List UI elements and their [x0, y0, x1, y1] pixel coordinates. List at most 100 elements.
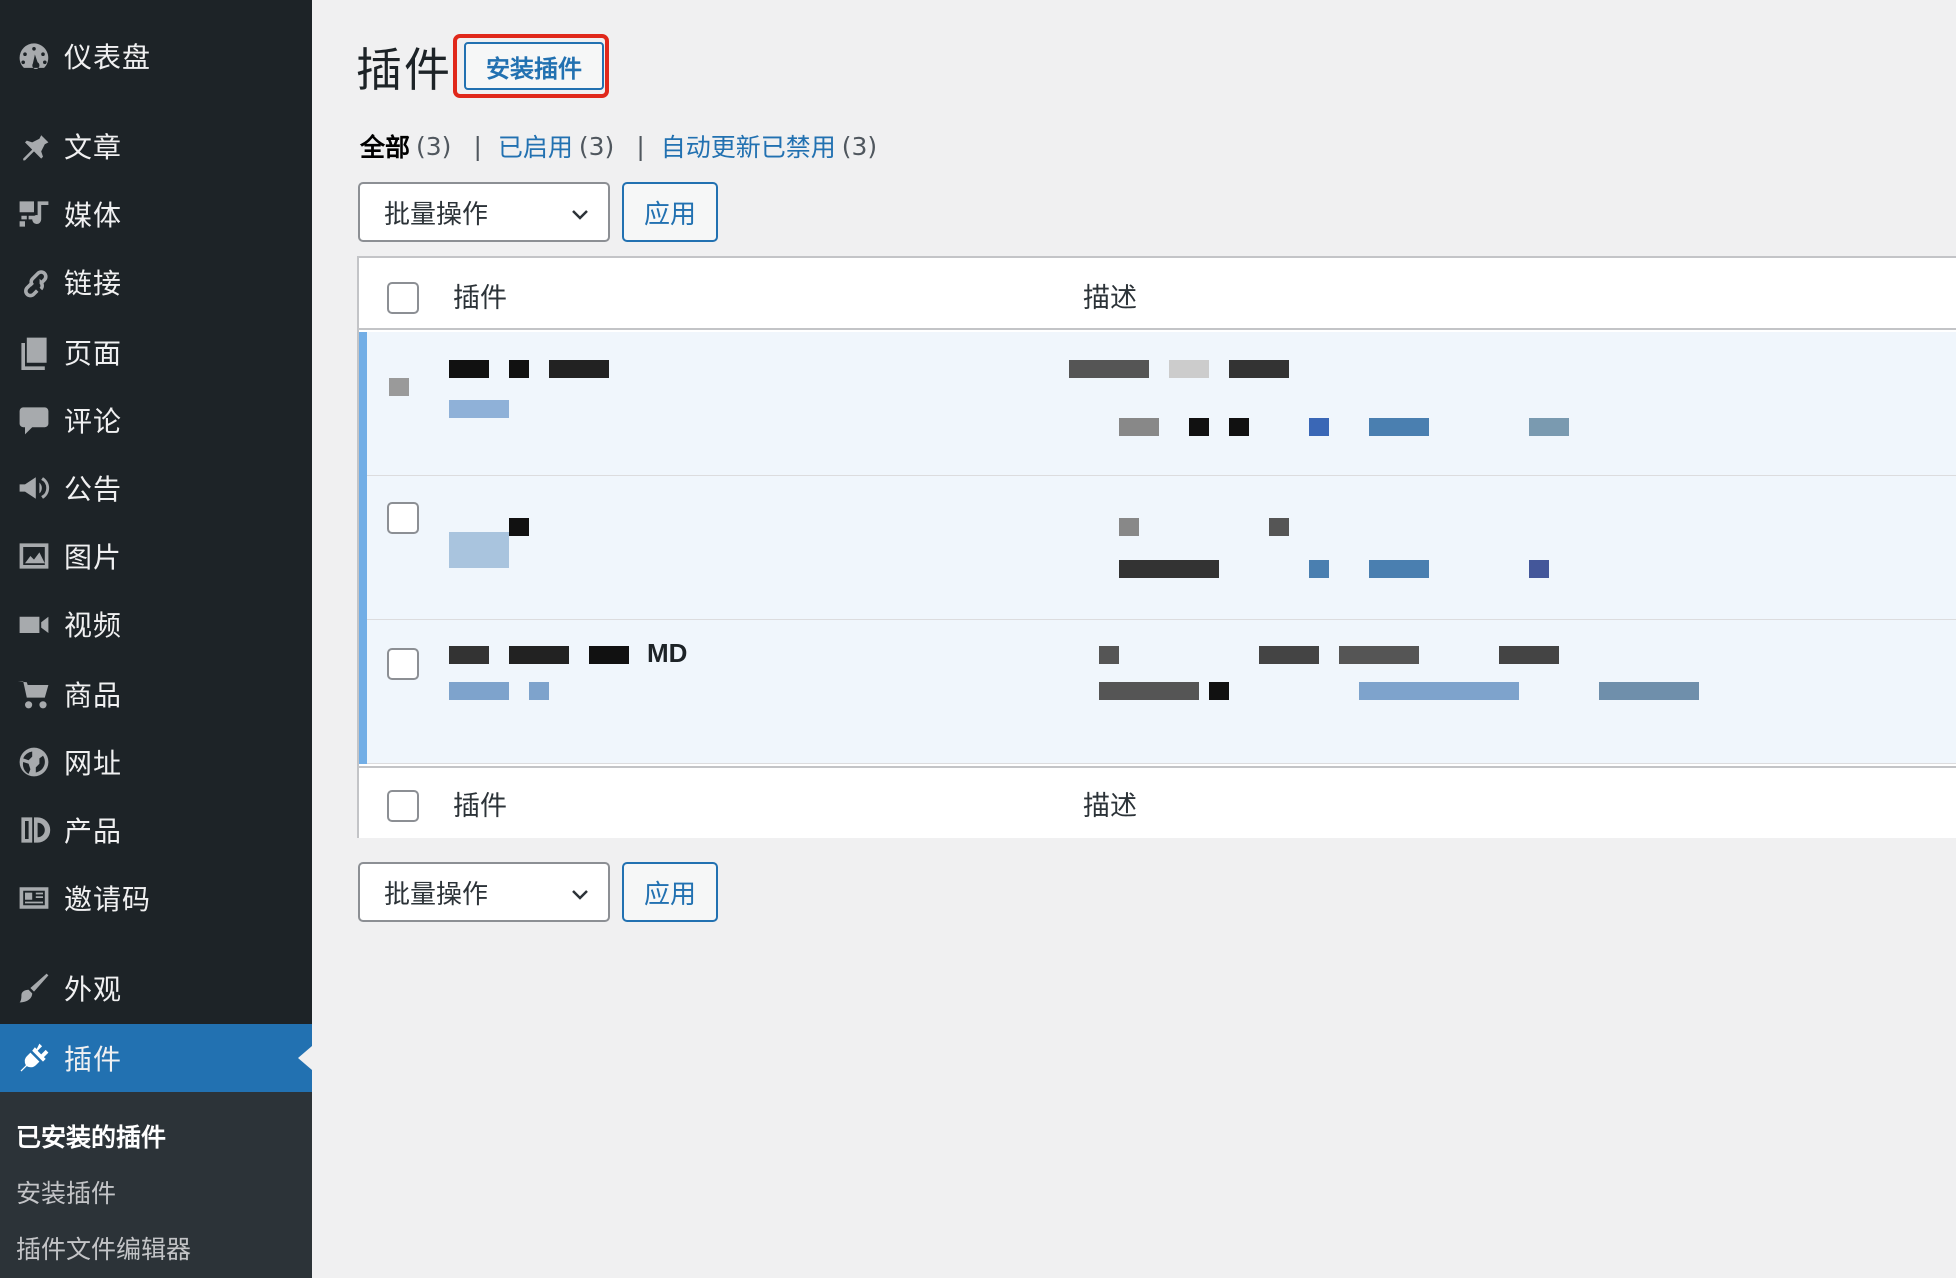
- plugin-name-visible[interactable]: MD: [647, 638, 687, 669]
- filter-active-count: (3): [578, 131, 615, 161]
- page-title: 插件: [356, 43, 452, 97]
- pixelated-link[interactable]: [1529, 560, 1549, 578]
- menu-item-posts[interactable]: 文章: [0, 112, 312, 180]
- pixelated-text: [1119, 518, 1139, 536]
- pixelated-text: [1169, 360, 1209, 378]
- menu-item-pages[interactable]: 页面: [0, 318, 312, 386]
- plug-icon: [0, 1040, 64, 1076]
- row-checkbox[interactable]: [387, 648, 419, 680]
- menu-item-images[interactable]: 图片: [0, 522, 312, 590]
- menu-item-label: 邀请码: [64, 883, 152, 916]
- menu-item-products-store[interactable]: 商品: [0, 660, 312, 728]
- menu-item-plugins[interactable]: 插件: [0, 1024, 312, 1092]
- filter-separator: |: [473, 131, 482, 161]
- bulk-action-select-top[interactable]: 批量操作: [358, 182, 610, 242]
- comment-icon: [0, 402, 64, 438]
- pixelated-text: [509, 646, 569, 664]
- filter-autoupdate-disabled-count: (3): [841, 131, 878, 161]
- menu-item-videos[interactable]: 视频: [0, 590, 312, 658]
- filter-autoupdate-disabled[interactable]: 自动更新已禁用: [661, 128, 836, 164]
- menu-item-dashboard[interactable]: 仪表盘: [0, 22, 312, 90]
- filter-active[interactable]: 已启用: [498, 128, 573, 164]
- pixelated-link[interactable]: [1369, 560, 1429, 578]
- chevron-down-icon: [572, 210, 588, 220]
- menu-item-label: 文章: [64, 131, 123, 164]
- dashboard-icon: [0, 38, 64, 74]
- pixelated-checkbox[interactable]: [389, 378, 409, 396]
- admin-sidebar: 仪表盘 文章 媒体 链接 页面 评论 公告 图片 视频 商品 网址 产品 邀请码…: [0, 0, 312, 1278]
- pixelated-text: [509, 518, 529, 536]
- menu-item-products[interactable]: 产品: [0, 796, 312, 864]
- menu-item-label: 公告: [64, 473, 123, 506]
- bulk-action-label: 批量操作: [384, 199, 489, 230]
- pixelated-text: [1099, 682, 1199, 700]
- menu-item-label: 图片: [64, 541, 123, 574]
- plugins-table: 插件 描述 MD 插件 描述: [357, 256, 1956, 838]
- select-all-checkbox-footer[interactable]: [387, 790, 419, 822]
- apply-button-top[interactable]: 应用: [622, 182, 718, 242]
- menu-item-label: 页面: [64, 337, 123, 370]
- table-header: 插件 描述: [359, 258, 1956, 330]
- chevron-down-icon: [572, 890, 588, 900]
- pixelated-link[interactable]: [1599, 682, 1699, 700]
- pixelated-text: [549, 360, 609, 378]
- pixelated-link[interactable]: [1309, 560, 1329, 578]
- apply-button-bottom[interactable]: 应用: [622, 862, 718, 922]
- video-icon: [0, 606, 64, 642]
- table-row: [359, 332, 1956, 476]
- menu-item-links[interactable]: 链接: [0, 248, 312, 316]
- menu-item-label: 仪表盘: [64, 41, 152, 74]
- menu-item-urls[interactable]: 网址: [0, 728, 312, 796]
- submenu-installed-plugins[interactable]: 已安装的插件: [16, 1118, 166, 1154]
- active-row-indicator: [359, 332, 367, 476]
- pixelated-link[interactable]: [529, 682, 549, 700]
- menu-item-label: 外观: [64, 973, 123, 1006]
- table-row: [359, 476, 1956, 620]
- pixelated-text: [449, 646, 489, 664]
- menu-item-label: 商品: [64, 679, 123, 712]
- globe-icon: [0, 744, 64, 780]
- pixelated-text: [1119, 418, 1159, 436]
- submenu-plugin-editor[interactable]: 插件文件编辑器: [16, 1230, 191, 1266]
- pixelated-text: [589, 646, 629, 664]
- menu-item-label: 评论: [64, 405, 123, 438]
- pixelated-text: [1339, 646, 1419, 664]
- menu-item-invite-codes[interactable]: 邀请码: [0, 864, 312, 932]
- table-row: MD: [359, 620, 1956, 764]
- column-footer-plugin: 插件: [453, 791, 507, 822]
- brush-icon: [0, 970, 64, 1006]
- menu-item-label: 产品: [64, 815, 123, 848]
- product-icon: [0, 812, 64, 848]
- cart-icon: [0, 676, 64, 712]
- pixelated-text: [1269, 518, 1289, 536]
- page-icon: [0, 334, 64, 370]
- megaphone-icon: [0, 470, 64, 506]
- pixelated-link[interactable]: [1359, 682, 1519, 700]
- table-footer: 插件 描述: [359, 766, 1956, 838]
- filter-all[interactable]: 全部: [360, 128, 410, 164]
- link-icon: [0, 264, 64, 300]
- menu-item-media[interactable]: 媒体: [0, 180, 312, 248]
- pixelated-link[interactable]: [449, 682, 509, 700]
- menu-item-label: 视频: [64, 609, 123, 642]
- menu-item-label: 媒体: [64, 199, 123, 232]
- select-all-checkbox[interactable]: [387, 282, 419, 314]
- pixelated-text: [1189, 418, 1209, 436]
- submenu-add-plugins[interactable]: 安装插件: [16, 1174, 116, 1210]
- menu-item-announcements[interactable]: 公告: [0, 454, 312, 522]
- menu-item-appearance[interactable]: 外观: [0, 954, 312, 1022]
- menu-item-label: 网址: [64, 747, 123, 780]
- menu-item-comments[interactable]: 评论: [0, 386, 312, 454]
- pixelated-link[interactable]: [1309, 418, 1329, 436]
- row-checkbox[interactable]: [387, 502, 419, 534]
- column-header-plugin: 插件: [453, 283, 507, 314]
- pixelated-link[interactable]: [1529, 418, 1569, 436]
- pixelated-link[interactable]: [449, 532, 509, 568]
- pixelated-link[interactable]: [1369, 418, 1429, 436]
- active-row-indicator: [359, 620, 367, 764]
- filter-all-count: (3): [416, 131, 452, 161]
- add-new-plugin-button[interactable]: 安装插件: [464, 42, 604, 90]
- bulk-action-select-bottom[interactable]: 批量操作: [358, 862, 610, 922]
- pixelated-link[interactable]: [449, 400, 509, 418]
- pixelated-text: [1209, 682, 1229, 700]
